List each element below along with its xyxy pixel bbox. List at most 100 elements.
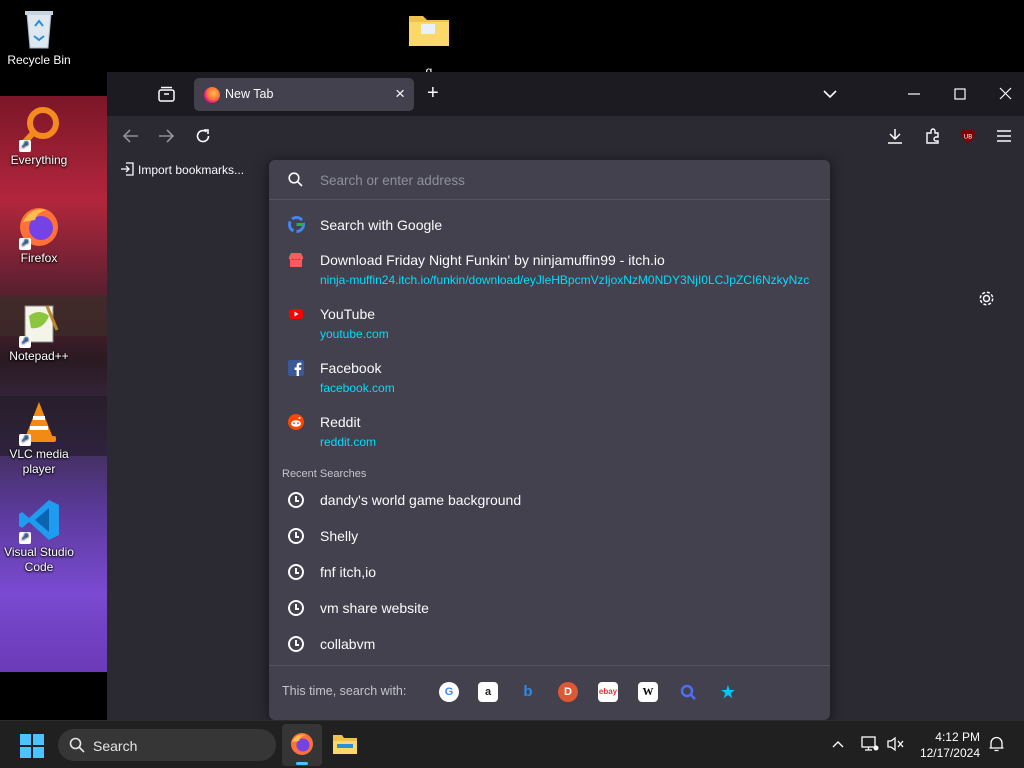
urlbar-input-row[interactable]: Search or enter address [269,160,830,200]
recent-search-item[interactable]: vm share website [269,594,830,630]
urlbar-placeholder: Search or enter address [320,173,465,188]
system-clock[interactable]: 4:12 PM 12/17/2024 [920,729,980,761]
firefox-icon [290,732,314,761]
desktop-icon-label: Everything [10,153,68,167]
history-clock-icon [288,564,304,580]
recent-search-item[interactable]: collabvm [269,630,830,666]
suggestion-itch[interactable]: Download Friday Night Funkin' by ninjamu… [269,246,830,292]
desktop-wallpaper [0,96,107,672]
bookmarks-star-icon[interactable]: ★ [718,682,738,702]
back-arrow-icon[interactable] [122,128,139,148]
urlbar-results-panel: Search or enter address Search with Goog… [269,160,830,720]
desktop-icon-vlc[interactable]: ↗ VLC media player [0,400,78,477]
facebook-icon [288,360,304,376]
vscode-icon: ↗ [17,498,61,544]
amazon-engine-icon[interactable]: a [478,682,498,702]
recent-search-item[interactable]: fnf itch,io [269,558,830,594]
network-icon[interactable] [861,736,879,757]
search-icon [288,172,303,192]
youtube-icon [288,306,304,322]
clock-date: 12/17/2024 [919,746,980,760]
app-menu-hamburger-icon[interactable] [997,128,1011,148]
taskbar-search-box[interactable]: Search [58,729,276,761]
import-bookmarks-label: Import bookmarks... [138,163,245,177]
history-clock-icon [288,528,304,544]
desktop-icon-folder-g[interactable]: g [390,8,468,79]
desktop-icon-recycle-bin[interactable]: Recycle Bin [0,6,78,68]
show-hidden-icons-chevron-icon[interactable] [832,738,844,756]
shortcut-arrow-icon: ↗ [19,532,31,544]
volume-muted-icon[interactable] [887,736,905,757]
suggestion-url: ninja-muffin24.itch.io/funkin/download/e… [320,273,810,287]
desktop-icon-notepadpp[interactable]: ↗ Notepad++ [0,302,78,364]
suggestion-url: facebook.com [320,381,395,395]
bing-engine-icon[interactable]: b [518,682,538,702]
search-icon [69,737,85,758]
history-clock-icon [288,492,304,508]
tab-overview-icon[interactable] [158,86,175,106]
everything-search-icon: ↗ [17,106,61,152]
google-engine-icon[interactable]: G [439,682,459,702]
notification-bell-icon[interactable] [989,736,1004,757]
clock-time: 4:12 PM [935,730,980,744]
desktop-icon-vscode[interactable]: ↗ Visual Studio Code [0,498,78,575]
tab-title: New Tab [225,87,274,101]
svg-text:UB: UB [964,134,973,141]
windows-start-icon[interactable] [20,734,44,763]
shortcut-arrow-icon: ↗ [19,140,31,152]
search-engine-icon[interactable] [678,682,698,702]
history-clock-icon [288,600,304,616]
ublock-origin-icon[interactable]: UB [960,128,976,148]
recent-search-text: fnf itch,io [320,564,377,580]
suggestion-search-google[interactable]: Search with Google [269,204,830,244]
ebay-engine-icon[interactable]: ebay [598,682,618,702]
recent-search-item[interactable]: dandy's world game background [269,486,830,522]
screen: Recycle Bin g ↗ Everything ↗ Firefox ↗ N… [0,0,1024,768]
import-bookmarks-button[interactable]: Import bookmarks... [120,162,244,179]
maximize-icon[interactable] [954,88,966,104]
shortcut-arrow-icon: ↗ [19,434,31,446]
recent-search-text: collabvm [320,636,376,652]
firefox-icon: ↗ [17,204,61,250]
suggestion-reddit[interactable]: Reddit reddit.com [269,408,830,454]
suggestion-title: YouTube [320,306,376,322]
suggestion-facebook[interactable]: Facebook facebook.com [269,354,830,400]
recent-searches-header: Recent Searches [282,468,367,480]
new-tab-plus-icon[interactable]: + [427,83,439,103]
forward-arrow-icon[interactable] [158,128,175,148]
search-with-label: This time, search with: [282,684,407,698]
duckduckgo-engine-icon[interactable]: D [558,682,578,702]
minimize-icon[interactable] [908,86,920,106]
recent-search-text: dandy's world game background [320,492,522,508]
recent-search-item[interactable]: Shelly [269,522,830,558]
import-icon [120,162,134,179]
reddit-icon [288,414,304,430]
suggestion-youtube[interactable]: YouTube youtube.com [269,300,830,346]
new-tab-settings-gear-icon[interactable] [978,290,995,311]
suggestion-title: Facebook [320,360,382,376]
tab-new-tab[interactable]: New Tab × [194,78,414,111]
google-icon [288,216,305,233]
close-window-icon[interactable] [999,87,1012,104]
extensions-puzzle-icon[interactable] [925,128,941,148]
desktop-icon-label: Firefox [20,251,58,265]
recycle-bin-icon [17,6,61,50]
wikipedia-engine-icon[interactable]: W [638,682,658,702]
one-off-search-footer: This time, search with: G a b D ebay W ★ [269,665,830,720]
close-tab-icon[interactable]: × [395,84,405,104]
desktop-icon-firefox[interactable]: ↗ Firefox [0,204,78,266]
list-all-tabs-chevron-icon[interactable] [822,86,838,106]
desktop-icon-everything[interactable]: ↗ Everything [0,106,78,168]
folder-icon [407,8,451,52]
desktop-icon-label: Notepad++ [9,349,69,363]
suggestion-url: reddit.com [320,435,377,449]
shortcut-arrow-icon: ↗ [19,238,31,250]
shortcut-arrow-icon: ↗ [19,336,31,348]
taskbar-firefox-button[interactable] [282,724,322,766]
downloads-icon[interactable] [887,128,903,148]
reload-icon[interactable] [195,128,211,148]
active-app-indicator [296,762,308,765]
file-explorer-icon[interactable] [332,732,358,761]
desktop-icon-label: Recycle Bin [7,53,71,67]
vlc-cone-icon: ↗ [17,400,61,446]
